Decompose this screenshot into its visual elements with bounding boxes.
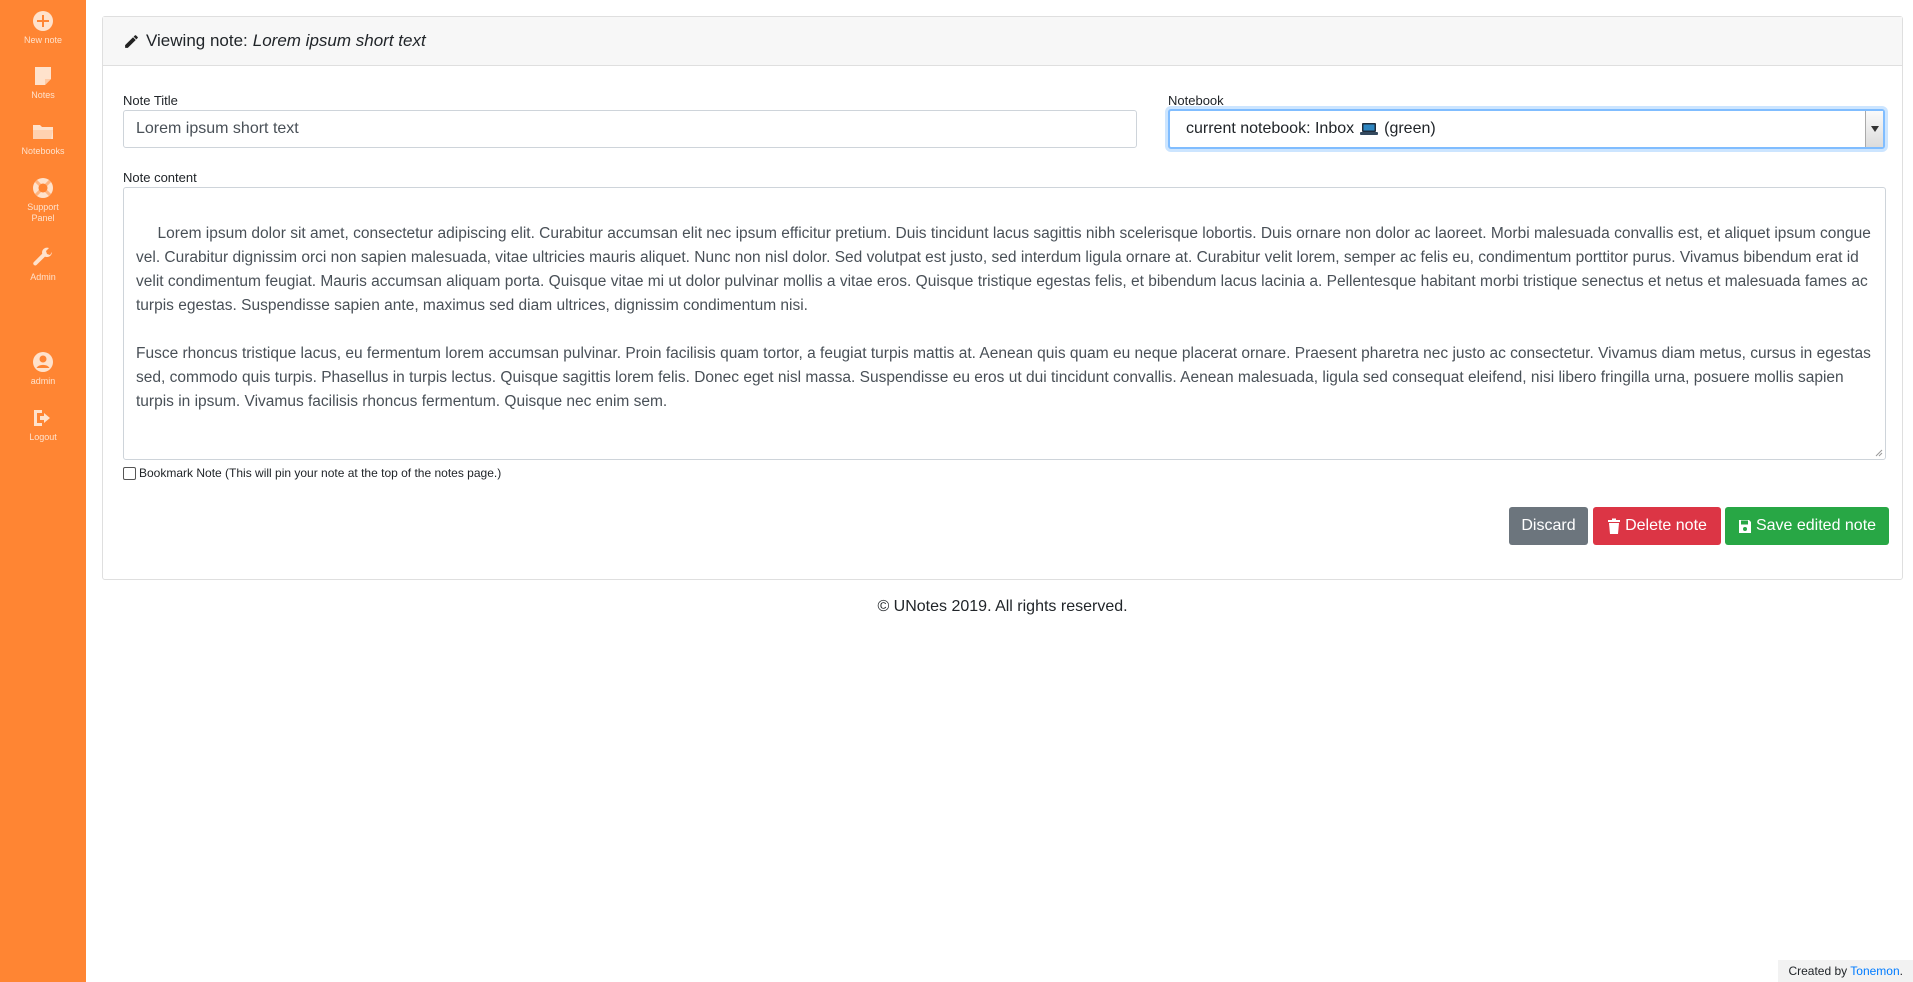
discard-button-label: Discard [1521, 517, 1576, 534]
card-header: Viewing note: Lorem ipsum short text [103, 17, 1902, 66]
note-title-label: Note Title [123, 93, 178, 108]
credit-suffix: . [1899, 964, 1903, 978]
notebook-select-value-prefix: current notebook: Inbox [1186, 120, 1355, 137]
trash-icon [1608, 518, 1621, 534]
sidebar-item-notes[interactable]: Notes [0, 64, 86, 101]
laptop-icon [1360, 123, 1379, 135]
notebook-select[interactable]: current notebook: Inbox (green) [1168, 109, 1885, 149]
resize-grip-icon[interactable] [1875, 449, 1883, 457]
note-content-text: Lorem ipsum dolor sit amet, consectetur … [136, 225, 1871, 410]
header-note-title: Lorem ipsum short text [252, 31, 426, 50]
sidebar-item-support-panel[interactable]: Support Panel [0, 176, 86, 224]
sidebar-item-label: Admin [30, 272, 56, 282]
pencil-icon [125, 34, 138, 48]
sidebar-item-label: Support Panel [27, 202, 59, 223]
note-icon [31, 64, 55, 88]
credit-prefix: Created by [1788, 964, 1848, 978]
bookmark-checkbox[interactable] [123, 466, 136, 480]
save-note-button[interactable]: Save edited note [1725, 507, 1889, 545]
credit-link[interactable]: Tonemon [1850, 964, 1899, 978]
credit-badge: Created by Tonemon. [1778, 960, 1913, 982]
bookmark-label: Bookmark Note (This will pin your note a… [139, 466, 502, 480]
bookmark-row: Bookmark Note (This will pin your note a… [123, 466, 501, 480]
note-content-textarea[interactable]: Lorem ipsum dolor sit amet, consectetur … [123, 187, 1886, 460]
sidebar: New note Notes Notebooks Support Panel A… [0, 0, 86, 982]
delete-note-button-label: Delete note [1625, 517, 1707, 534]
sidebar-item-notebooks[interactable]: Notebooks [0, 120, 86, 157]
user-icon [31, 350, 55, 374]
discard-button[interactable]: Discard [1509, 507, 1588, 545]
notebook-select-value-suffix: (green) [1384, 120, 1436, 137]
wrench-icon [31, 246, 55, 270]
plus-circle-icon [31, 9, 55, 33]
sidebar-item-user[interactable]: admin [0, 350, 86, 387]
footer-copyright: © UNotes 2019. All rights reserved. [877, 598, 1128, 615]
header-prefix: Viewing note: [146, 31, 248, 50]
notebook-label: Notebook [1168, 93, 1224, 108]
sidebar-item-label: admin [30, 376, 56, 386]
save-icon [1738, 520, 1751, 533]
save-note-button-label: Save edited note [1755, 517, 1877, 534]
sidebar-item-label: New note [23, 35, 63, 45]
note-card: Viewing note: Lorem ipsum short text Not… [102, 16, 1903, 580]
sidebar-item-label: Logout [29, 432, 57, 442]
delete-note-button[interactable]: Delete note [1593, 507, 1721, 545]
logout-icon [31, 406, 55, 430]
folder-icon [31, 120, 55, 144]
note-title-input[interactable]: Lorem ipsum short text [123, 110, 1137, 148]
life-ring-icon [31, 176, 55, 200]
note-title-value: Lorem ipsum short text [136, 120, 299, 137]
sidebar-item-new-note[interactable]: New note [0, 9, 86, 46]
note-content-label: Note content [123, 170, 197, 185]
sidebar-item-label: Notes [31, 90, 55, 100]
chevron-down-icon[interactable] [1865, 111, 1883, 147]
sidebar-item-admin[interactable]: Admin [0, 246, 86, 283]
sidebar-item-logout[interactable]: Logout [0, 406, 86, 443]
sidebar-item-label: Notebooks [21, 146, 65, 156]
